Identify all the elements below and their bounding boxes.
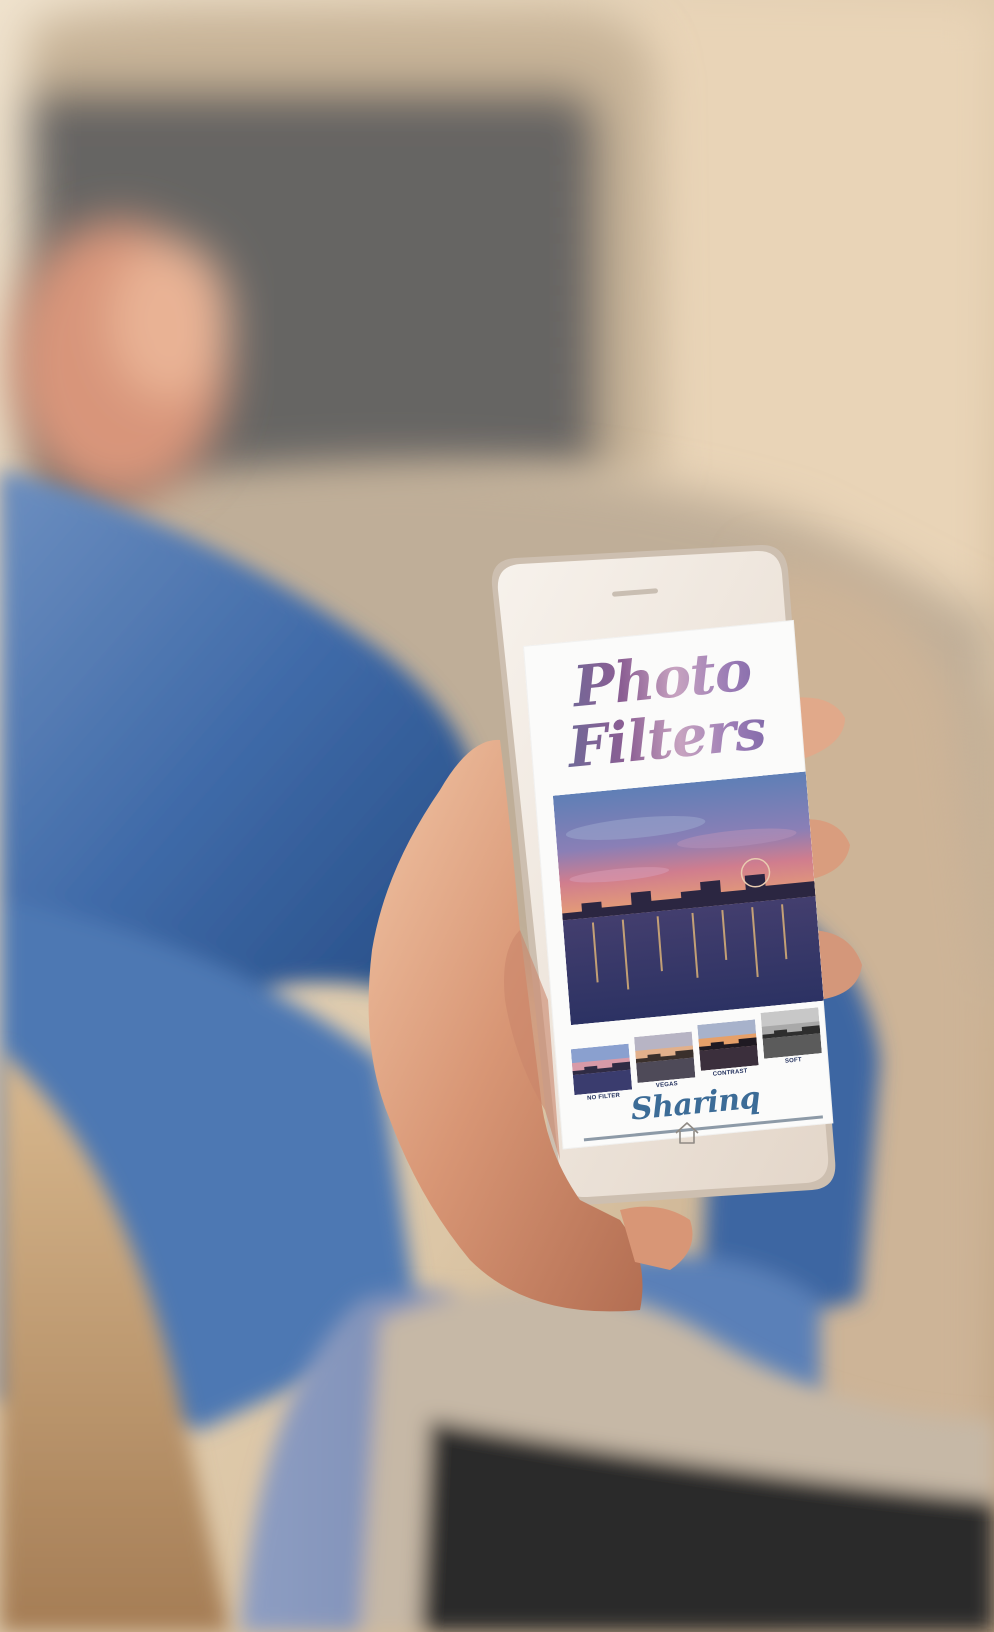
main-photo-preview[interactable] bbox=[552, 771, 824, 1026]
filter-thumb-vegas[interactable] bbox=[634, 1031, 696, 1083]
filter-thumb-no-filter[interactable] bbox=[570, 1043, 633, 1096]
photo-background bbox=[0, 0, 994, 1632]
home-icon[interactable] bbox=[672, 1120, 702, 1146]
filter-thumb-soft[interactable] bbox=[760, 1007, 822, 1059]
phone-screen: Photo Filters NO FILTER VEGAS CONTRAST S… bbox=[523, 619, 834, 1150]
filter-thumb-contrast[interactable] bbox=[697, 1019, 759, 1071]
